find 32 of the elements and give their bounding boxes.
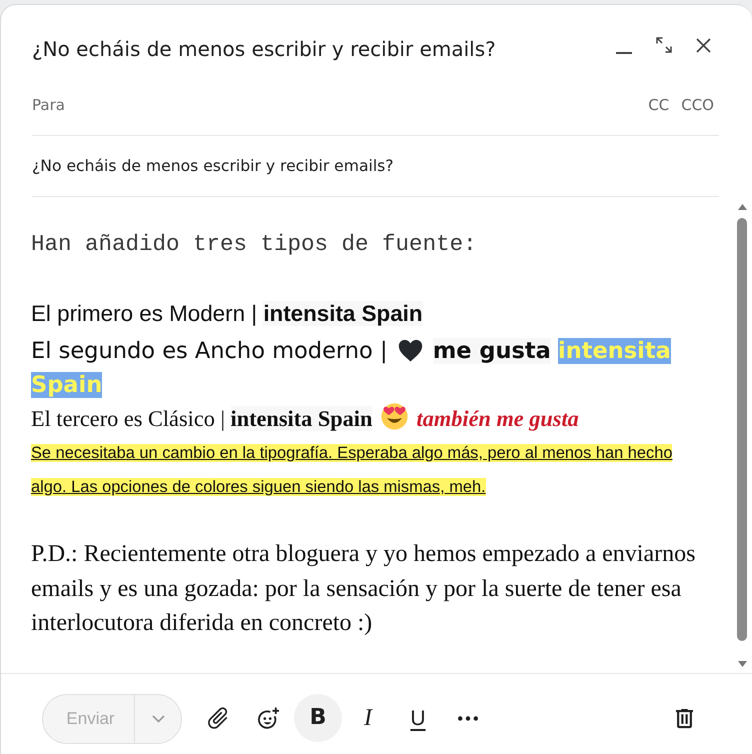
chevron-down-icon — [152, 715, 164, 723]
subject-field[interactable]: ¿No echáis de menos escribir y recibir emails? — [32, 156, 719, 176]
bold-button[interactable]: B — [294, 694, 342, 742]
highlighted-text: Spain — [31, 372, 102, 398]
emphasis-text: también me gusta — [416, 406, 579, 431]
recipient-type-link[interactable]: CCO — [681, 95, 714, 115]
heart-eyes-face-icon — [380, 403, 408, 430]
window-title: ¿No echáis de menos escribir y recibir emails? — [32, 36, 497, 60]
italic-button[interactable]: I — [344, 694, 392, 742]
body-text: Han añadido tres tipos de fuente: — [31, 230, 478, 258]
underline-button[interactable]: U — [394, 694, 442, 742]
smiley-plus-icon[interactable] — [257, 707, 279, 729]
scroll-down-arrow-icon[interactable] — [738, 661, 746, 667]
recipient-type-link[interactable]: CC — [648, 95, 670, 115]
scroll-up-arrow-icon[interactable] — [738, 204, 746, 210]
minimize-icon[interactable] — [616, 52, 632, 54]
scrollbar-thumb[interactable] — [737, 218, 747, 641]
recipient-field[interactable]: Para — [32, 95, 648, 115]
expand-icon[interactable] — [656, 37, 672, 53]
heart-icon — [398, 339, 423, 362]
paperclip-icon[interactable] — [207, 707, 229, 729]
highlighted-note-text: Se necesitaba un cambio en la tipografía. Esperaba algo más, pero al menos han hecho algo. Las opciones de colores siguen siendo las mismas, meh. — [31, 443, 674, 498]
body-text: P.D.: Recientemente otra bloguera y yo hemos empezado a enviarnos emails y es una gozada: por la sensación y por la suerte de tener esa interlocutora diferida en concreto :) — [31, 540, 696, 638]
more-icon[interactable] — [458, 716, 478, 720]
body-text: El tercero es Clásico | — [31, 406, 225, 431]
bold-text: intensita Spain — [230, 406, 372, 431]
bold-text: me gusta — [432, 338, 551, 364]
trash-icon[interactable] — [676, 708, 692, 728]
body-text-line: El primero es Modern | intensita Spain — [31, 300, 424, 328]
close-icon[interactable] — [696, 38, 711, 52]
highlighted-text: intensita — [558, 338, 671, 364]
body-text: El segundo es Ancho moderno | — [31, 338, 388, 364]
